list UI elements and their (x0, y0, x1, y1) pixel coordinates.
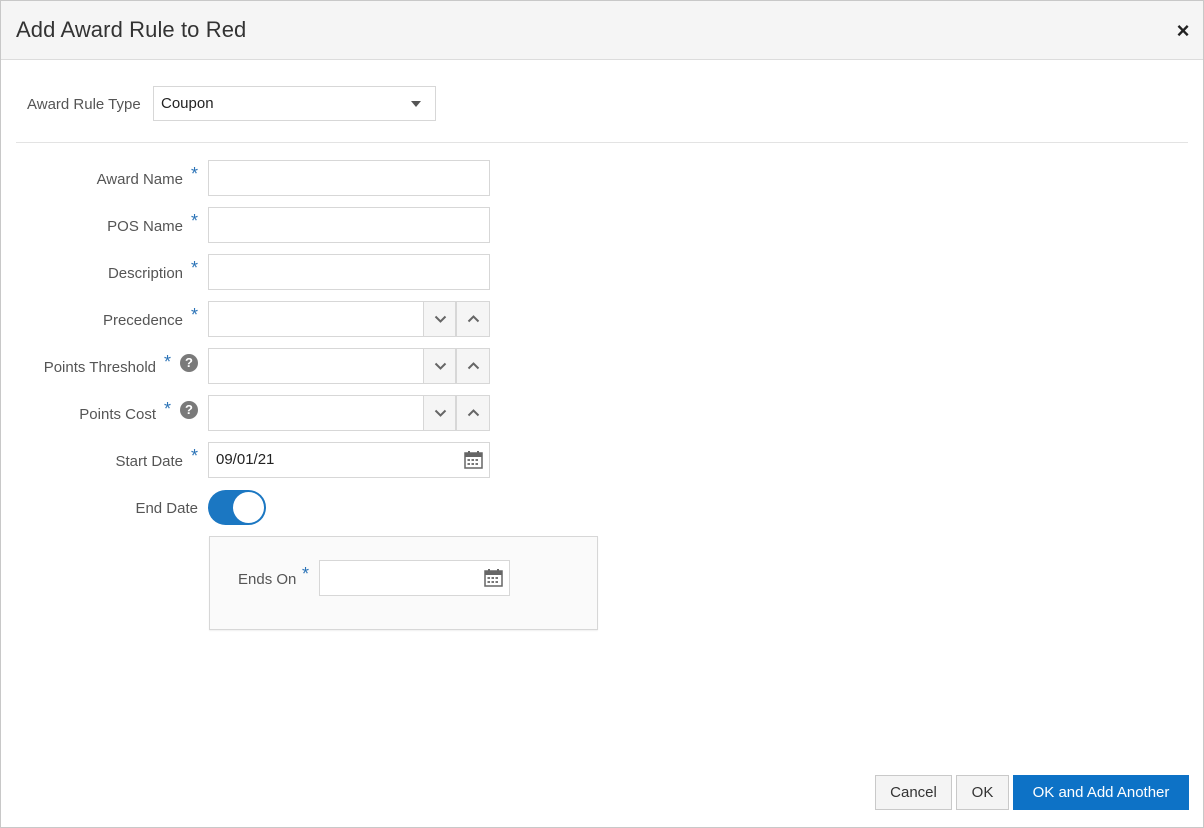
chevron-up-icon (467, 409, 480, 417)
help-icon[interactable]: ? (180, 401, 198, 419)
award-name-label: Award Name (96, 171, 183, 188)
required-marker: * (164, 399, 172, 419)
description-input[interactable] (208, 254, 490, 290)
start-date-value: 09/01/21 (216, 451, 275, 468)
required-marker: * (164, 352, 172, 372)
points-threshold-input[interactable] (208, 348, 424, 384)
points-threshold-label: Points Threshold (43, 359, 156, 376)
end-date-panel: Ends On * (209, 536, 598, 630)
points-threshold-stepper (208, 348, 490, 384)
required-marker: * (191, 211, 199, 231)
award-rule-type-select[interactable]: Coupon (153, 86, 436, 121)
points-threshold-increment-button[interactable] (456, 348, 490, 384)
chevron-down-icon (434, 362, 447, 370)
description-label: Description (107, 265, 183, 282)
award-rule-type-label: Award Rule Type (27, 96, 141, 113)
help-icon[interactable]: ? (180, 354, 198, 372)
calendar-icon[interactable] (484, 569, 503, 587)
precedence-increment-button[interactable] (456, 301, 490, 337)
cancel-button[interactable]: Cancel (875, 775, 952, 810)
end-date-label: End Date (135, 500, 198, 517)
required-marker: * (191, 164, 199, 184)
chevron-down-icon (434, 409, 447, 417)
precedence-input[interactable] (208, 301, 424, 337)
close-icon[interactable]: × (1171, 19, 1195, 43)
dialog-title: Add Award Rule to Red (16, 17, 247, 42)
points-cost-input[interactable] (208, 395, 424, 431)
precedence-decrement-button[interactable] (423, 301, 456, 337)
points-threshold-decrement-button[interactable] (423, 348, 456, 384)
points-cost-label: Points Cost (79, 406, 156, 423)
points-cost-increment-button[interactable] (456, 395, 490, 431)
award-rule-type-value: Coupon (161, 95, 214, 112)
precedence-label: Precedence (102, 312, 183, 329)
chevron-up-icon (467, 362, 480, 370)
toggle-knob (233, 492, 264, 523)
required-marker: * (191, 258, 199, 278)
pos-name-label: POS Name (107, 218, 183, 235)
chevron-down-icon (434, 315, 447, 323)
chevron-up-icon (467, 315, 480, 323)
points-cost-stepper (208, 395, 490, 431)
ends-on-label: Ends On (238, 571, 297, 588)
section-divider (16, 142, 1188, 143)
precedence-stepper (208, 301, 490, 337)
ok-and-add-another-button[interactable]: OK and Add Another (1013, 775, 1189, 810)
add-award-rule-dialog: Add Award Rule to Red × Award Rule Type … (0, 0, 1204, 828)
start-date-label: Start Date (115, 453, 183, 470)
required-marker: * (302, 564, 310, 584)
chevron-down-icon (411, 101, 421, 107)
calendar-icon[interactable] (464, 451, 483, 469)
points-cost-decrement-button[interactable] (423, 395, 456, 431)
dialog-header: Add Award Rule to Red × (1, 1, 1203, 60)
required-marker: * (191, 305, 199, 325)
end-date-toggle[interactable] (208, 490, 266, 525)
ok-button[interactable]: OK (956, 775, 1009, 810)
pos-name-input[interactable] (208, 207, 490, 243)
award-name-input[interactable] (208, 160, 490, 196)
required-marker: * (191, 446, 199, 466)
start-date-input[interactable]: 09/01/21 (208, 442, 490, 478)
ends-on-input[interactable] (319, 560, 510, 596)
